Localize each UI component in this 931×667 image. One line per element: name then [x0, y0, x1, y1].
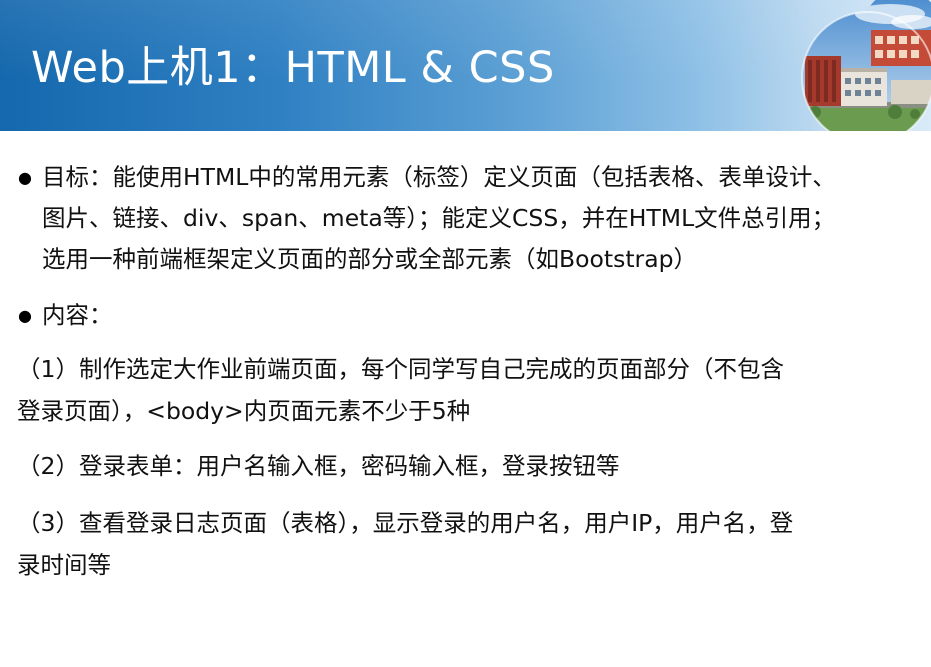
item-line: 登录页面），<body>内页面元素不少于5种	[17, 397, 471, 425]
bullet-dot-icon: ●	[18, 306, 32, 325]
bullet-goal-text: 目标：能使用HTML中的常用元素（标签）定义页面（包括表格、表单设计、 图片、链…	[42, 157, 836, 280]
bullet-line: 图片、链接、div、span、meta等）；能定义CSS，并在HTML文件总引用…	[42, 204, 836, 232]
item-line: （2）登录表单：用户名输入框，密码输入框，登录按钮等	[17, 452, 620, 480]
bullet-line: 目标：能使用HTML中的常用元素（标签）定义页面（包括表格、表单设计、	[42, 163, 836, 191]
content-area: ● 目标：能使用HTML中的常用元素（标签）定义页面（包括表格、表单设计、 图片…	[0, 131, 931, 667]
bullet-line: 选用一种前端框架定义页面的部分或全部元素（如Bootstrap）	[42, 245, 698, 273]
bullet-content-text: 内容：	[42, 295, 113, 336]
campus-building-photo-icon	[801, 0, 931, 131]
item-1: （1）制作选定大作业前端页面，每个同学写自己完成的页面部分（不包含 登录页面），…	[17, 348, 784, 432]
slide: Web上机1：HTML & CSS ● 目标：能使用HTML中的常用元素（标签）…	[0, 0, 931, 667]
item-line: 录时间等	[17, 551, 111, 579]
bullet-dot-icon: ●	[18, 168, 32, 187]
slide-title: Web上机1：HTML & CSS	[31, 43, 555, 93]
item-line: （1）制作选定大作业前端页面，每个同学写自己完成的页面部分（不包含	[17, 355, 784, 383]
item-3: （3）查看登录日志页面（表格），显示登录的用户名，用户IP，用户名，登 录时间等	[17, 502, 793, 586]
item-line: （3）查看登录日志页面（表格），显示登录的用户名，用户IP，用户名，登	[17, 509, 794, 537]
item-2: （2）登录表单：用户名输入框，密码输入框，登录按钮等	[17, 445, 619, 487]
header-band: Web上机1：HTML & CSS	[0, 0, 931, 131]
bullet-line: 内容：	[42, 301, 113, 329]
